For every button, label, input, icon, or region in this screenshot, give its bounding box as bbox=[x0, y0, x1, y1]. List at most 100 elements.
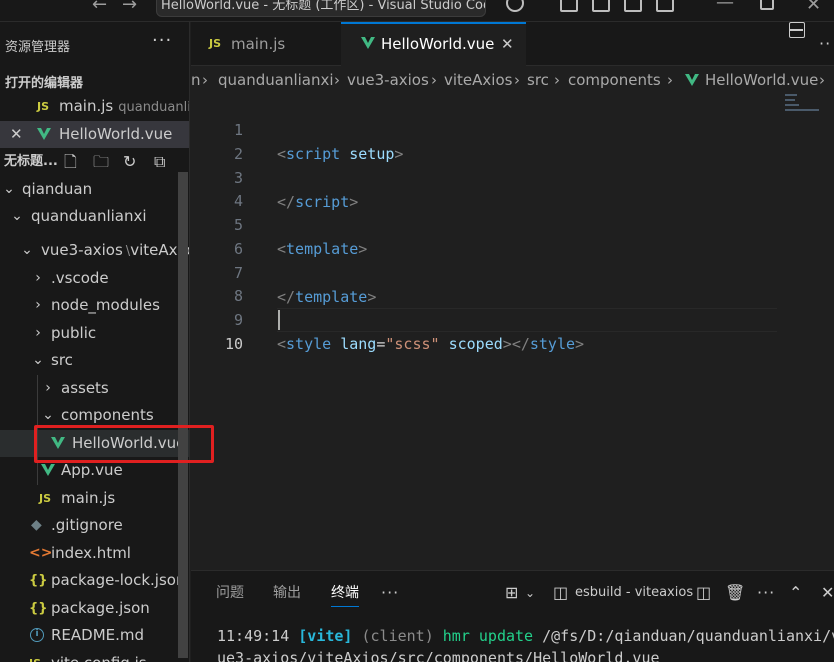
breadcrumb-item[interactable]: HelloWorld.vue bbox=[705, 66, 818, 94]
token-string: "scss" bbox=[385, 335, 440, 353]
toggle-panel-icon[interactable] bbox=[624, 0, 642, 12]
tree-folder-public[interactable]: › public bbox=[0, 320, 189, 347]
tab-main-js[interactable]: JS main.js bbox=[191, 22, 341, 66]
tree-file-index-html[interactable]: <> index.html bbox=[0, 540, 189, 567]
code-line[interactable]: 10 bbox=[191, 308, 834, 353]
tree-file-package-json[interactable]: {} package.json bbox=[0, 595, 189, 622]
breadcrumb-item[interactable]: components bbox=[568, 66, 661, 94]
minimap[interactable] bbox=[785, 94, 825, 116]
forward-arrow-icon[interactable]: → bbox=[122, 0, 137, 15]
tab-label: main.js bbox=[231, 35, 286, 53]
chevron-down-icon[interactable]: ⌄ bbox=[525, 571, 535, 615]
tree-file-package-lock-json[interactable]: {} package-lock.json bbox=[0, 567, 189, 594]
vue-icon bbox=[37, 128, 51, 140]
code-editor[interactable]: 1 <script setup> 2 3 </script> 4 5 <temp… bbox=[191, 94, 834, 570]
code-line[interactable]: 2 bbox=[191, 118, 834, 163]
vue-icon bbox=[361, 37, 375, 49]
tree-item-label: assets bbox=[61, 379, 109, 397]
split-terminal-icon[interactable]: ◫ bbox=[696, 571, 711, 615]
token-bracket: </ bbox=[511, 335, 530, 353]
new-folder-icon[interactable]: 🗀 bbox=[93, 148, 109, 175]
chevron-up-icon[interactable]: ⌃ bbox=[789, 571, 802, 615]
back-arrow-icon[interactable]: ← bbox=[92, 0, 107, 15]
tab-close-icon[interactable]: ✕ bbox=[501, 24, 514, 64]
tree-item-label: .gitignore bbox=[51, 516, 123, 534]
toggle-sidebar-icon[interactable] bbox=[592, 0, 610, 12]
tree-item-label: package-lock.json bbox=[51, 571, 186, 589]
layout-icon[interactable] bbox=[560, 0, 578, 12]
terminal-output-line: ue3-axios/viteAxios/src/components/Hello… bbox=[217, 649, 660, 662]
window-title[interactable]: HelloWorld.vue - 无标题 (工作区) - Visual Stud… bbox=[156, 0, 486, 17]
workspace-title: 无标题... bbox=[4, 154, 58, 169]
chevron-right-icon: › bbox=[667, 71, 673, 89]
breadcrumb-item[interactable]: viteAxios bbox=[444, 66, 512, 94]
tree-folder-qianduan[interactable]: ⌄ qianduan bbox=[0, 176, 189, 203]
terminal-split-icon[interactable]: ◫ bbox=[553, 571, 568, 615]
panel-more-icon[interactable]: ··· bbox=[381, 571, 399, 615]
tree-folder-vscode[interactable]: › .vscode bbox=[0, 265, 189, 292]
chevron-right-icon: › bbox=[431, 71, 437, 89]
trash-icon[interactable]: 🗑 bbox=[725, 571, 745, 615]
tree-folder-assets[interactable]: › assets bbox=[0, 375, 189, 402]
chevron-down-icon: ⌄ bbox=[11, 208, 23, 224]
editor-more-icon[interactable]: ·· bbox=[819, 22, 831, 66]
breadcrumb-item[interactable]: vue3-axios bbox=[347, 66, 429, 94]
open-editor-main-js[interactable]: JS main.js quanduanlianxi\vue3-axios\vite… bbox=[0, 93, 189, 120]
new-file-icon[interactable]: 🗋 bbox=[64, 148, 77, 175]
tree-item-label: src bbox=[51, 351, 73, 369]
terminal-name[interactable]: esbuild - viteaxios bbox=[575, 571, 693, 615]
code-line[interactable]: 8 bbox=[191, 260, 834, 305]
chevron-right-icon: › bbox=[334, 71, 340, 89]
tree-folder-src[interactable]: ⌄ src bbox=[0, 347, 189, 374]
refresh-icon[interactable]: ↻ bbox=[123, 148, 136, 175]
js-icon: JS bbox=[39, 492, 52, 505]
bottom-panel: 问题 输出 终端 ··· ⊞ ⌄ ◫ esbuild - viteaxios ◫… bbox=[191, 570, 834, 662]
code-line[interactable]: 1 <script setup> bbox=[191, 94, 834, 163]
tree-folder-quanduanlianxi[interactable]: ⌄ quanduanlianxi bbox=[0, 203, 189, 230]
close-window-icon[interactable]: ✕ bbox=[806, 0, 821, 15]
copilot-icon[interactable] bbox=[506, 0, 524, 12]
tree-folder-vue3-axios[interactable]: ⌄ vue3-axios\viteAxios bbox=[0, 237, 189, 264]
token-bracket: < bbox=[277, 335, 287, 353]
code-line[interactable]: 3 </script> bbox=[191, 142, 834, 211]
tree-file-vite-config-js[interactable]: JS vite.config.js bbox=[0, 650, 189, 662]
breadcrumb-item[interactable]: src bbox=[527, 66, 549, 94]
maximize-icon[interactable] bbox=[760, 0, 774, 10]
explorer-more-icon[interactable]: ··· bbox=[152, 30, 172, 51]
breadcrumb-item[interactable]: quanduanlianxi bbox=[218, 66, 334, 94]
tree-folder-node-modules[interactable]: › node_modules bbox=[0, 292, 189, 319]
tree-file-readme-md[interactable]: i README.md bbox=[0, 622, 189, 649]
code-line[interactable]: 9 <style lang="scss" scoped></style> bbox=[191, 284, 834, 353]
chevron-down-icon: ⌄ bbox=[21, 242, 33, 258]
panel-tab-problems[interactable]: 问题 bbox=[216, 571, 244, 615]
breadcrumb-item[interactable]: n bbox=[191, 66, 201, 94]
tree-file-gitignore[interactable]: ◆ .gitignore bbox=[0, 512, 189, 539]
close-panel-icon[interactable]: ✕ bbox=[821, 571, 834, 615]
workspace-header[interactable]: 无标题... 🗋 🗀 ↻ ⧉ bbox=[0, 148, 189, 175]
open-editor-helloworld-vue[interactable]: ✕ HelloWorld.vue bbox=[0, 121, 189, 148]
chevron-right-icon: › bbox=[202, 71, 208, 89]
tree-item-label: package.json bbox=[51, 599, 150, 617]
collapse-all-icon[interactable]: ⧉ bbox=[154, 148, 165, 175]
panel-tab-terminal[interactable]: 终端 bbox=[331, 571, 359, 615]
tree-file-main-js[interactable]: JS main.js bbox=[0, 485, 189, 512]
chevron-down-icon: ⌄ bbox=[3, 181, 15, 197]
tab-helloworld-vue[interactable]: HelloWorld.vue ✕ bbox=[341, 22, 526, 66]
explorer-sidebar: 资源管理器 ··· 打开的编辑器 JS main.js quanduanlianx… bbox=[0, 22, 190, 662]
sidebar-scrollbar[interactable] bbox=[178, 172, 188, 658]
token-attr: lang bbox=[331, 335, 377, 353]
panel-actions-more-icon[interactable]: ··· bbox=[757, 571, 775, 615]
close-icon[interactable]: ✕ bbox=[10, 121, 23, 148]
tree-item-label: main.js bbox=[61, 489, 116, 507]
tab-label: HelloWorld.vue bbox=[381, 35, 495, 53]
panel-tab-output[interactable]: 输出 bbox=[273, 571, 301, 615]
toggle-secondary-sidebar-icon[interactable] bbox=[656, 0, 674, 12]
code-line[interactable]: 5 <template> bbox=[191, 189, 834, 258]
split-editor-icon[interactable] bbox=[789, 22, 805, 38]
minimize-icon[interactable]: — bbox=[716, 0, 734, 13]
code-line[interactable]: 6 bbox=[191, 213, 834, 258]
code-line[interactable]: 4 bbox=[191, 165, 834, 210]
open-editors-title[interactable]: 打开的编辑器 bbox=[5, 72, 83, 91]
new-terminal-icon[interactable]: ⊞ bbox=[505, 571, 518, 615]
code-line[interactable]: 7 </template> bbox=[191, 237, 834, 306]
